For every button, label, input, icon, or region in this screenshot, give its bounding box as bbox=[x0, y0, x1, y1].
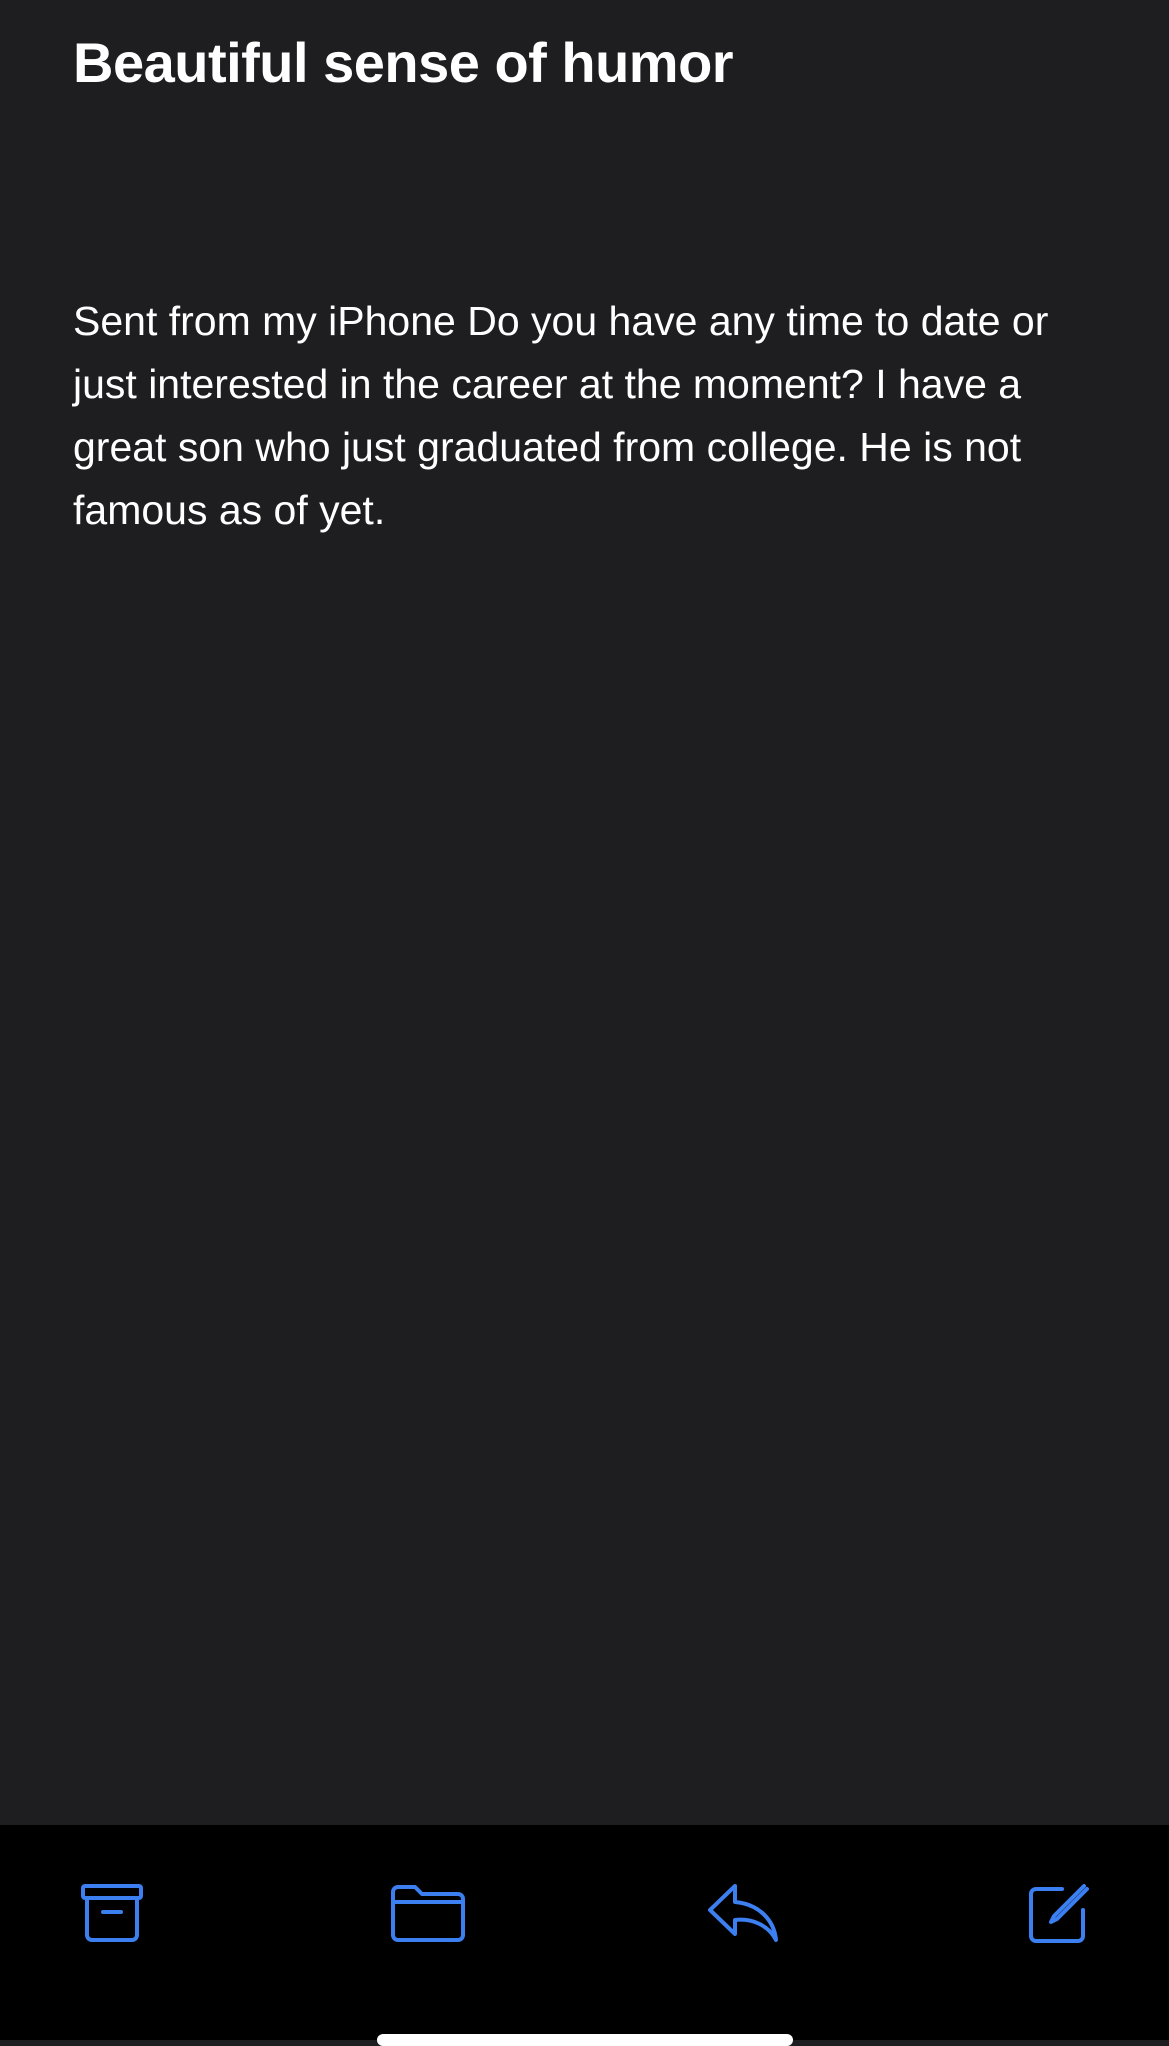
move-to-folder-button[interactable] bbox=[388, 1873, 468, 1953]
folder-icon bbox=[391, 1885, 465, 1942]
reply-button[interactable] bbox=[703, 1873, 783, 1953]
archive-box-icon bbox=[81, 1884, 143, 1942]
message-body[interactable]: Sent from my iPhone Do you have any time… bbox=[73, 290, 1113, 542]
reply-arrow-icon bbox=[708, 1884, 778, 1942]
compose-icon bbox=[1029, 1884, 1089, 1943]
archive-button[interactable] bbox=[72, 1873, 152, 1953]
bottom-toolbar bbox=[0, 1825, 1169, 2046]
home-indicator bbox=[377, 2034, 793, 2046]
message-subject: Beautiful sense of humor bbox=[73, 31, 734, 94]
compose-button[interactable] bbox=[1019, 1873, 1099, 1953]
